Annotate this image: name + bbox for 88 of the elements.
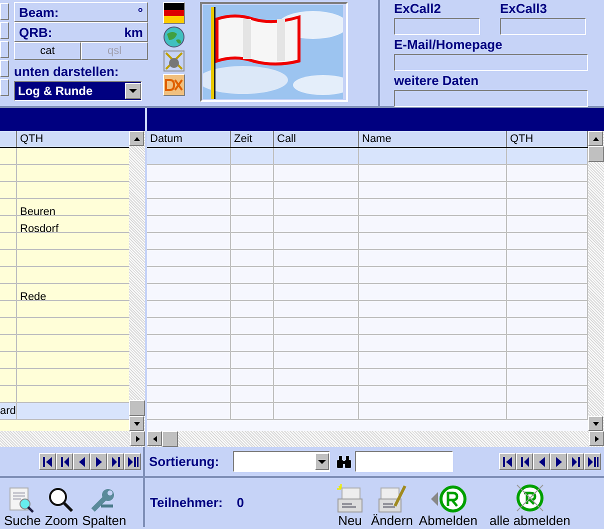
side-tab[interactable]: [0, 22, 9, 39]
toolbar-button[interactable]: Neu: [335, 484, 365, 527]
record-navigation-button[interactable]: [90, 453, 107, 470]
table-cell: Rede: [20, 291, 46, 303]
sort-select[interactable]: [233, 451, 330, 472]
toolbar-button[interactable]: Spalten: [82, 486, 126, 527]
vertical-scrollbar[interactable]: [129, 131, 145, 431]
scroll-thumb[interactable]: [129, 400, 145, 416]
toolbar-button[interactable]: Ändern: [371, 484, 413, 527]
toolbar-button[interactable]: Suche: [4, 486, 41, 527]
side-tab[interactable]: [0, 3, 9, 20]
scroll-right-button[interactable]: [130, 431, 145, 446]
participants-label: Teilnehmer:: [150, 496, 223, 509]
field-label: ExCall2: [394, 2, 442, 15]
qrb-label: QRB:: [19, 26, 52, 38]
beam-label: Beam:: [19, 6, 59, 18]
caret-icon: [318, 460, 326, 464]
side-tab[interactable]: [0, 60, 9, 77]
last-record-icon: [586, 454, 600, 468]
beam-unit: °: [138, 6, 143, 18]
input-field[interactable]: [394, 54, 588, 71]
scroll-down-button[interactable]: [129, 416, 144, 431]
scroll-down-button[interactable]: [588, 416, 603, 431]
scroll-up-button[interactable]: [588, 131, 603, 146]
caret-icon: [129, 89, 137, 93]
scroll-thumb[interactable]: [162, 431, 178, 447]
table-row[interactable]: Beuren: [0, 199, 129, 216]
record-navigation-button[interactable]: [499, 453, 516, 470]
record-navigation-button[interactable]: [533, 453, 550, 470]
scroll-thumb[interactable]: [588, 146, 604, 162]
side-tab[interactable]: [0, 79, 9, 96]
record-navigation-button[interactable]: [550, 453, 567, 470]
record-navigation-button[interactable]: [107, 453, 124, 470]
first-record-icon: [40, 454, 54, 468]
record-navigation-button[interactable]: [567, 453, 584, 470]
record-navigation-button[interactable]: [39, 453, 56, 470]
scroll-right-button[interactable]: [589, 431, 604, 446]
dx-button[interactable]: [163, 74, 185, 96]
horizontal-scrollbar[interactable]: [0, 431, 145, 447]
participants-count: 0: [236, 496, 244, 509]
dropdown-button[interactable]: [315, 453, 329, 470]
scroll-left-button[interactable]: [147, 431, 162, 446]
record-navigation-button[interactable]: [56, 453, 73, 470]
first-record-icon: [500, 454, 514, 468]
globe-icon[interactable]: [163, 26, 185, 48]
field-label: ExCall3: [500, 2, 548, 15]
sort-label: Sortierung:: [149, 455, 220, 468]
last-record-icon: [126, 454, 140, 468]
record-navigation-button[interactable]: [516, 453, 533, 470]
new-document-icon: [335, 484, 365, 514]
dx-icon: [165, 79, 183, 91]
record-navigation-button[interactable]: [124, 453, 141, 470]
table-row[interactable]: Rede: [0, 284, 129, 301]
record-navigation-button[interactable]: [73, 453, 90, 470]
field-label: weitere Daten: [394, 74, 480, 87]
input-field[interactable]: [394, 90, 588, 107]
display-select[interactable]: Log & Runde: [14, 81, 142, 101]
input-field[interactable]: [500, 18, 586, 35]
toolbar-button[interactable]: alle abmelden: [489, 482, 570, 527]
toolbar-button[interactable]: Abmelden: [418, 484, 478, 527]
input-field[interactable]: [394, 18, 480, 35]
toggle-button[interactable]: cat: [14, 42, 81, 60]
vertical-scrollbar[interactable]: [588, 131, 604, 431]
search-field[interactable]: [355, 451, 453, 472]
column-header[interactable]: Datum: [147, 131, 231, 147]
dropdown-button[interactable]: [125, 83, 141, 99]
qrb-unit: km: [124, 26, 143, 38]
field-label: E-Mail/Homepage: [394, 38, 504, 51]
side-tab[interactable]: [0, 41, 9, 58]
column-header[interactable]: Zeit: [231, 131, 274, 147]
display-select-value: Log & Runde: [17, 83, 94, 100]
horizontal-scrollbar[interactable]: [147, 431, 604, 447]
flag-button[interactable]: [163, 2, 185, 24]
table-row[interactable]: ard: [0, 403, 129, 420]
binoculars-icon[interactable]: [336, 454, 352, 468]
edit-document-icon: [376, 484, 407, 514]
scroll-up-button[interactable]: [129, 131, 144, 146]
display-label: unten darstellen:: [14, 65, 120, 78]
record-navigation-button[interactable]: [584, 453, 601, 470]
table-row[interactable]: Rosdorf: [0, 216, 129, 233]
satellite-icon[interactable]: [163, 50, 185, 72]
crossed-registered-sign-icon: [514, 482, 546, 514]
table-cell-text: ard: [0, 404, 16, 419]
toolbar-button[interactable]: Zoom: [44, 486, 78, 527]
table-cell: Rosdorf: [20, 223, 59, 235]
table-cell: Beuren: [20, 206, 56, 218]
column-header[interactable]: Name: [359, 131, 507, 147]
column-header[interactable]: Call: [274, 131, 359, 147]
